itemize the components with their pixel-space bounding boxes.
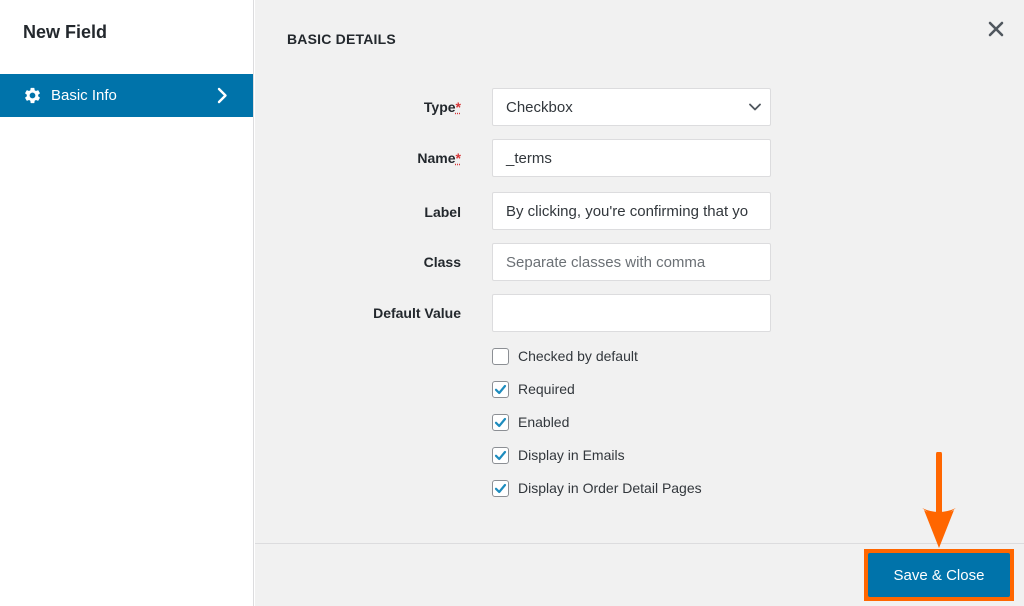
section-title: BASIC DETAILS [287, 31, 396, 47]
class-label: Class [423, 254, 461, 270]
checkmark-icon [494, 384, 507, 394]
label-label: Label [424, 204, 461, 220]
name-input-value: _terms [506, 149, 552, 167]
chevron-right-icon [217, 87, 227, 104]
type-label-text: Type [423, 99, 456, 115]
checkbox-checked[interactable] [492, 413, 509, 431]
checkmark-icon [494, 483, 507, 493]
sidebar-title: New Field [23, 22, 108, 42]
required-marker: * [455, 150, 461, 166]
checkbox-checked[interactable] [492, 380, 509, 398]
required-checkbox[interactable]: Required [492, 380, 575, 398]
checkbox-label: Display in Emails [518, 447, 625, 463]
label-input[interactable]: By clicking, you're confirming that yo [492, 192, 771, 230]
enabled-checkbox[interactable]: Enabled [492, 413, 569, 431]
display-in-order-detail-pages-checkbox[interactable]: Display in Order Detail Pages [492, 479, 702, 497]
checkbox-label: Enabled [518, 414, 570, 430]
class-input[interactable]: Separate classes with comma [492, 243, 771, 281]
checkbox-label: Checked by default [518, 348, 638, 364]
required-marker: * [455, 99, 461, 115]
gear-icon [25, 87, 40, 104]
sidebar-item-label: Basic Info [51, 87, 117, 104]
close-icon[interactable] [986, 19, 1006, 39]
chevron-down-icon [749, 103, 761, 111]
type-select[interactable]: Checkbox [492, 88, 771, 126]
name-label-text: Name [417, 150, 456, 166]
checkmark-icon [494, 417, 507, 427]
display-in-emails-checkbox[interactable]: Display in Emails [492, 446, 625, 464]
sidebar: New Field Basic Info [0, 0, 254, 606]
default-value-label: Default Value [373, 305, 461, 321]
checkbox-checked[interactable] [492, 446, 509, 464]
checkbox-label: Display in Order Detail Pages [518, 480, 702, 496]
class-input-placeholder: Separate classes with comma [506, 253, 706, 271]
default-value-input[interactable] [492, 294, 771, 332]
checked-by-default-checkbox[interactable]: Checked by default [492, 347, 638, 365]
save-and-close-button[interactable]: Save & Close [868, 553, 1010, 597]
checkbox-checked[interactable] [492, 479, 509, 497]
name-input[interactable]: _terms [492, 139, 771, 177]
type-select-value: Checkbox [506, 98, 573, 116]
field-settings-panel: BASIC DETAILS Type* Checkbox Name* _term… [255, 0, 1024, 543]
name-label: Name* [417, 150, 461, 166]
checkbox-unchecked[interactable] [492, 347, 509, 365]
checkmark-icon [494, 450, 507, 460]
sidebar-item-basic-info[interactable]: Basic Info [0, 74, 253, 117]
arrow-down-icon [922, 452, 956, 548]
label-input-value: By clicking, you're confirming that yo [506, 202, 749, 220]
type-label: Type* [424, 99, 461, 115]
checkbox-label: Required [518, 381, 575, 397]
